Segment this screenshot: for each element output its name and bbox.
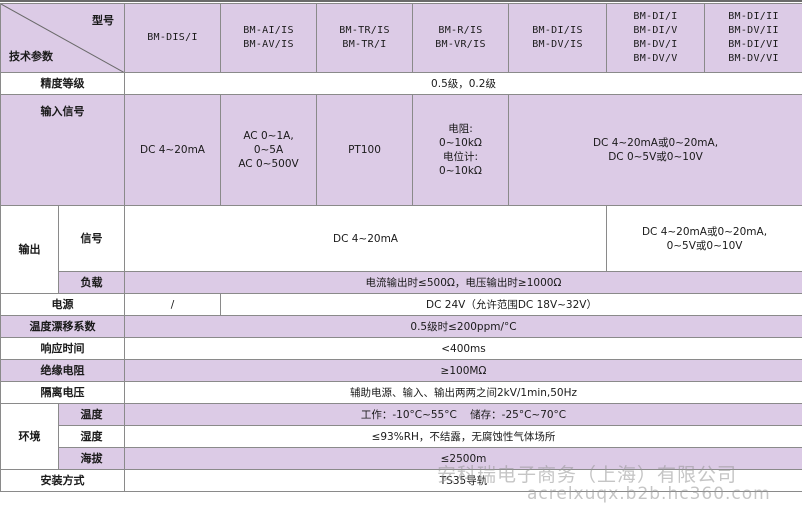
output-load-row: 负载 电流输出时≤500Ω，电压输出时≥1000Ω (1, 271, 802, 294)
output-signal-value-alt: DC 4~20mA或0~20mA, 0~5V或0~10V (606, 205, 802, 272)
model-cell: BM-DIS/I (124, 3, 221, 73)
insulation-row: 绝缘电阻 ≥100MΩ (0, 359, 802, 382)
env-altitude-label: 海拔 (58, 447, 125, 470)
drift-label: 温度漂移系数 (0, 315, 125, 338)
response-row: 响应时间 <400ms (0, 337, 802, 360)
isolation-label: 隔离电压 (0, 381, 125, 404)
power-row: 电源 / DC 24V（允许范围DC 18V~32V） (0, 293, 802, 316)
input-value: DC 4~20mA (124, 94, 221, 206)
model-name: BM-DI/VI (728, 39, 779, 50)
model-header-label: 型号 (92, 14, 114, 27)
model-name: BM-AV/IS (243, 39, 294, 50)
param-header-label: 技术参数 (9, 50, 53, 63)
env-temp-row: 环境 温度 工作：-10°C~55°C 储存：-25°C~70°C (0, 403, 802, 470)
output-load-value: 电流输出时≤500Ω，电压输出时≥1000Ω (124, 271, 802, 294)
model-name: BM-DI/IS (532, 25, 583, 36)
model-name: BM-DIS/I (147, 32, 198, 43)
model-cell: BM-AI/IS BM-AV/IS (220, 3, 317, 73)
model-name: BM-DI/II (728, 11, 779, 22)
watermark-url: acrelxuqx.b2b.hc360.com (527, 484, 771, 504)
insulation-label: 绝缘电阻 (0, 359, 125, 382)
model-name: BM-DV/II (728, 25, 779, 36)
model-name: BM-TR/IS (339, 25, 390, 36)
env-humidity-value: ≤93%RH，不结露，无腐蚀性气体场所 (124, 425, 802, 448)
insulation-value: ≥100MΩ (124, 359, 802, 382)
output-signal-row: 输出 信号 DC 4~20mA DC 4~20mA或0~20mA, 0~5V或0~… (0, 205, 802, 294)
environment-label: 环境 (0, 403, 59, 470)
model-name: BM-DI/V (633, 25, 678, 36)
model-name: BM-DV/VI (728, 53, 779, 64)
model-name: BM-DV/IS (532, 39, 583, 50)
env-temp-value: 工作：-10°C~55°C 储存：-25°C~70°C (124, 403, 802, 426)
model-name: BM-TR/I (342, 39, 387, 50)
model-name: BM-AI/IS (243, 25, 294, 36)
accuracy-row: 精度等级 0.5级，0.2级 (0, 72, 802, 95)
accuracy-label: 精度等级 (0, 72, 125, 95)
accuracy-value: 0.5级，0.2级 (124, 72, 802, 95)
input-value: AC 0~1A, 0~5A AC 0~500V (220, 94, 317, 206)
isolation-row: 隔离电压 辅助电源、输入、输出两两之间2kV/1min,50Hz (0, 381, 802, 404)
model-name: BM-DI/I (633, 11, 678, 22)
isolation-value: 辅助电源、输入、输出两两之间2kV/1min,50Hz (124, 381, 802, 404)
header-corner-cell: 型号 技术参数 (0, 3, 125, 73)
model-name: BM-DV/I (633, 39, 678, 50)
input-label: 输入信号 (0, 94, 125, 206)
env-humidity-row: 湿度 ≤93%RH，不结露，无腐蚀性气体场所 (1, 425, 802, 448)
env-temp-label: 温度 (58, 403, 125, 426)
mounting-label: 安装方式 (0, 469, 125, 492)
model-name: BM-VR/IS (435, 39, 486, 50)
power-value: DC 24V（允许范围DC 18V~32V） (220, 293, 802, 316)
model-name: BM-R/IS (438, 25, 483, 36)
output-signal-label: 信号 (58, 205, 125, 272)
model-name: BM-DV/V (633, 53, 678, 64)
watermark-company: 安科瑞电子商务（上海）有限公司 (437, 464, 738, 486)
input-value: DC 4~20mA或0~20mA, DC 0~5V或0~10V (508, 94, 802, 206)
model-cell: BM-DI/I BM-DI/V BM-DV/I BM-DV/V (606, 3, 705, 73)
power-value-na: / (124, 293, 221, 316)
response-label: 响应时间 (0, 337, 125, 360)
env-humidity-label: 湿度 (58, 425, 125, 448)
spec-table: 型号 技术参数 BM-DIS/I BM-AI/IS BM-AV/IS BM-TR/… (0, 3, 802, 492)
header-row: 型号 技术参数 BM-DIS/I BM-AI/IS BM-AV/IS BM-TR/… (0, 3, 802, 73)
output-load-label: 负载 (58, 271, 125, 294)
input-value: 电阻: 0~10kΩ 电位计: 0~10kΩ (412, 94, 509, 206)
power-label: 电源 (0, 293, 125, 316)
input-row: 输入信号 DC 4~20mA AC 0~1A, 0~5A AC 0~500V PT1… (0, 94, 802, 206)
top-rule (0, 0, 802, 2)
output-label: 输出 (0, 205, 59, 294)
model-cell: BM-R/IS BM-VR/IS (412, 3, 509, 73)
model-cell: BM-DI/IS BM-DV/IS (508, 3, 607, 73)
drift-row: 温度漂移系数 0.5级时≤200ppm/°C (0, 315, 802, 338)
response-value: <400ms (124, 337, 802, 360)
model-cell: BM-TR/IS BM-TR/I (316, 3, 413, 73)
model-cell: BM-DI/II BM-DV/II BM-DI/VI BM-DV/VI (704, 3, 802, 73)
drift-value: 0.5级时≤200ppm/°C (124, 315, 802, 338)
output-signal-value: DC 4~20mA (124, 205, 607, 272)
input-value: PT100 (316, 94, 413, 206)
